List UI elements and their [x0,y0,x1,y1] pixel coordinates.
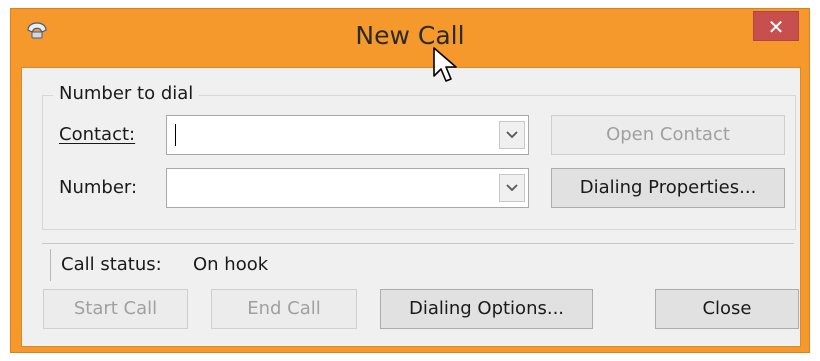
number-label-text: Number: [59,177,138,198]
close-button[interactable]: Close [655,289,799,329]
call-status-label: Call status: [61,254,162,275]
window-title: New Call [355,21,465,50]
call-status-value: On hook [193,254,269,275]
number-to-dial-group: Number to dial Contact: Open Contact Num… [42,83,796,230]
chevron-down-icon [506,131,518,139]
contact-label-text: Contact: [59,124,136,145]
start-call-button[interactable]: Start Call [43,289,188,329]
title-bar[interactable]: New Call ✕ [11,9,809,61]
close-window-button[interactable]: ✕ [753,11,799,41]
separator [42,243,794,244]
contact-dropdown-button[interactable] [499,121,525,149]
text-caret [175,124,176,146]
number-combobox[interactable] [166,168,529,208]
chevron-down-icon [506,184,518,192]
new-call-dialog: New Call ✕ Number to dial Contact: Open … [10,8,810,353]
number-dropdown-button[interactable] [499,174,525,202]
call-status-bar: Call status: On hook [50,249,790,281]
open-contact-button[interactable]: Open Contact [551,115,785,155]
number-label: Number: [59,177,137,198]
contact-combobox[interactable] [166,115,529,155]
contact-label: Contact: [59,124,135,145]
dialing-options-button[interactable]: Dialing Options... [380,289,593,329]
end-call-button[interactable]: End Call [211,289,357,329]
group-legend: Number to dial [53,83,200,104]
mouse-pointer-icon [432,46,460,86]
dialing-properties-button[interactable]: Dialing Properties... [551,168,785,208]
close-icon: ✕ [767,15,785,39]
dialog-body: Number to dial Contact: Open Contact Num… [21,67,801,347]
